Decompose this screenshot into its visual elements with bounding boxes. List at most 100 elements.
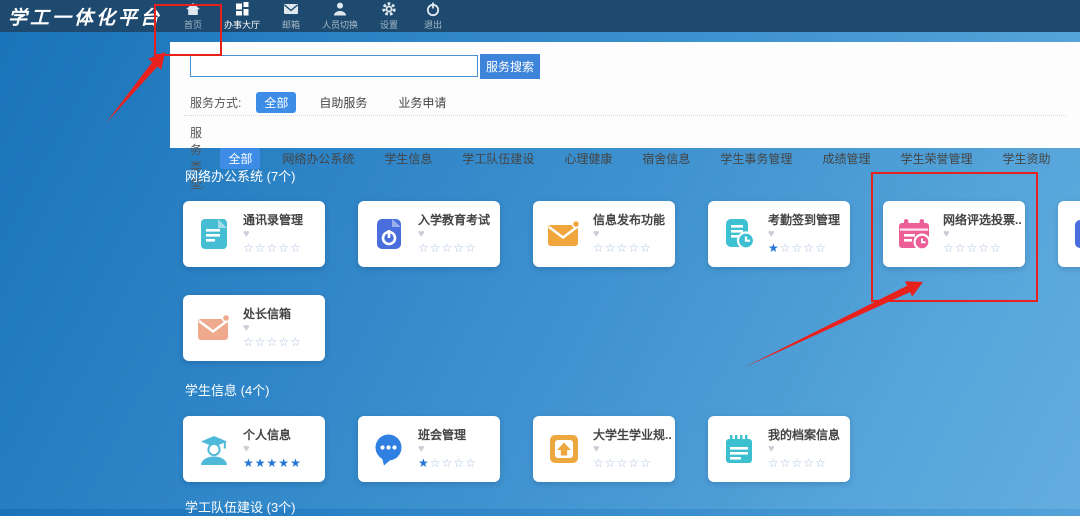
main-nav: 首页办事大厅邮箱人员切换设置退出	[180, 1, 446, 31]
rating-stars: ★★★★★	[243, 456, 321, 470]
star-empty-icon[interactable]: ☆	[640, 456, 652, 470]
nav-item-办事大厅[interactable]: 办事大厅	[224, 1, 260, 31]
box-upload-icon	[546, 431, 582, 467]
favorite-heart-icon[interactable]: ♥	[593, 228, 671, 241]
star-empty-icon[interactable]: ☆	[617, 241, 629, 255]
service-card-大学生学业规...[interactable]: 大学生学业规...♥☆☆☆☆☆	[533, 416, 675, 482]
star-filled-icon[interactable]: ★	[267, 456, 279, 470]
service-card-个人信息[interactable]: 个人信息♥★★★★★	[183, 416, 325, 482]
favorite-heart-icon[interactable]: ♥	[768, 228, 846, 241]
service-type-option-学生资助[interactable]: 学生资助	[994, 148, 1058, 169]
annotation-arrow	[743, 281, 923, 368]
service-card-处长信箱[interactable]: 处长信箱♥☆☆☆☆☆	[183, 295, 325, 361]
favorite-heart-icon[interactable]: ♥	[418, 228, 496, 241]
star-empty-icon[interactable]: ☆	[628, 241, 640, 255]
star-empty-icon[interactable]: ☆	[465, 456, 477, 470]
star-empty-icon[interactable]: ☆	[593, 241, 605, 255]
star-empty-icon[interactable]: ☆	[803, 456, 815, 470]
nav-item-首页[interactable]: 首页	[180, 1, 206, 31]
favorite-heart-icon[interactable]: ♥	[418, 443, 496, 456]
service-mode-option-全部[interactable]: 全部	[256, 92, 296, 113]
star-empty-icon[interactable]: ☆	[967, 241, 979, 255]
star-empty-icon[interactable]: ☆	[278, 335, 290, 349]
service-card-通讯录管理[interactable]: 通讯录管理♥☆☆☆☆☆	[183, 201, 325, 267]
service-type-option-成绩管理[interactable]: 成绩管理	[814, 148, 878, 169]
nav-item-设置[interactable]: 设置	[376, 1, 402, 31]
service-type-option-心理健康[interactable]: 心理健康	[556, 148, 620, 169]
service-card-partial[interactable]: ♥☆☆☆☆☆	[1058, 201, 1080, 267]
star-empty-icon[interactable]: ☆	[243, 335, 255, 349]
star-empty-icon[interactable]: ☆	[605, 241, 617, 255]
service-type-option-学工队伍建设[interactable]: 学工队伍建设	[454, 148, 542, 169]
favorite-heart-icon[interactable]: ♥	[243, 443, 321, 456]
star-empty-icon[interactable]: ☆	[943, 241, 955, 255]
nav-item-退出[interactable]: 退出	[420, 1, 446, 31]
star-empty-icon[interactable]: ☆	[628, 456, 640, 470]
star-empty-icon[interactable]: ☆	[605, 456, 617, 470]
star-empty-icon[interactable]: ☆	[990, 241, 1002, 255]
gear-icon	[381, 1, 397, 17]
star-empty-icon[interactable]: ☆	[430, 456, 442, 470]
mail-icon	[283, 1, 299, 17]
service-search-input[interactable]	[190, 55, 478, 77]
star-filled-icon[interactable]: ★	[255, 456, 267, 470]
favorite-heart-icon[interactable]: ♥	[943, 228, 1021, 241]
star-empty-icon[interactable]: ☆	[418, 241, 430, 255]
star-empty-icon[interactable]: ☆	[267, 241, 279, 255]
service-mode-option-业务申请[interactable]: 业务申请	[390, 92, 454, 113]
star-empty-icon[interactable]: ☆	[255, 335, 267, 349]
service-type-option-学生事务管理[interactable]: 学生事务管理	[712, 148, 800, 169]
star-empty-icon[interactable]: ☆	[278, 241, 290, 255]
star-empty-icon[interactable]: ☆	[290, 241, 302, 255]
service-card-网络评选投票...[interactable]: 网络评选投票...♥☆☆☆☆☆	[883, 201, 1025, 267]
service-search-button[interactable]: 服务搜索	[480, 54, 540, 79]
star-empty-icon[interactable]: ☆	[640, 241, 652, 255]
star-empty-icon[interactable]: ☆	[442, 241, 454, 255]
star-filled-icon[interactable]: ★	[243, 456, 255, 470]
star-empty-icon[interactable]: ☆	[978, 241, 990, 255]
service-card-入学教育考试[interactable]: 入学教育考试♥☆☆☆☆☆	[358, 201, 500, 267]
star-empty-icon[interactable]: ☆	[617, 456, 629, 470]
star-empty-icon[interactable]: ☆	[768, 456, 780, 470]
service-card-考勤签到管理[interactable]: 考勤签到管理♥★☆☆☆☆	[708, 201, 850, 267]
service-card-班会管理[interactable]: 班会管理♥★☆☆☆☆	[358, 416, 500, 482]
star-filled-icon[interactable]: ★	[278, 456, 290, 470]
star-empty-icon[interactable]: ☆	[442, 456, 454, 470]
star-empty-icon[interactable]: ☆	[780, 456, 792, 470]
favorite-heart-icon[interactable]: ♥	[593, 443, 671, 456]
star-filled-icon[interactable]: ★	[290, 456, 302, 470]
nav-item-邮箱[interactable]: 邮箱	[278, 1, 304, 31]
service-type-option-学生信息[interactable]: 学生信息	[376, 148, 440, 169]
star-empty-icon[interactable]: ☆	[430, 241, 442, 255]
service-card-我的档案信息[interactable]: 我的档案信息♥☆☆☆☆☆	[708, 416, 850, 482]
doc-check-icon	[1071, 216, 1080, 252]
star-empty-icon[interactable]: ☆	[453, 241, 465, 255]
favorite-heart-icon[interactable]: ♥	[243, 228, 321, 241]
star-empty-icon[interactable]: ☆	[955, 241, 967, 255]
star-empty-icon[interactable]: ☆	[290, 335, 302, 349]
star-empty-icon[interactable]: ☆	[243, 241, 255, 255]
service-card-信息发布功能[interactable]: 信息发布功能♥☆☆☆☆☆	[533, 201, 675, 267]
favorite-heart-icon[interactable]: ♥	[243, 322, 321, 335]
service-mode-option-自助服务[interactable]: 自助服务	[311, 92, 375, 113]
star-empty-icon[interactable]: ☆	[255, 241, 267, 255]
favorite-heart-icon[interactable]: ♥	[768, 443, 846, 456]
service-type-option-宿舍信息[interactable]: 宿舍信息	[634, 148, 698, 169]
service-type-option-学生荣誉管理[interactable]: 学生荣誉管理	[892, 148, 980, 169]
star-empty-icon[interactable]: ☆	[593, 456, 605, 470]
service-card-title: 信息发布功能	[593, 211, 671, 228]
star-empty-icon[interactable]: ☆	[792, 456, 804, 470]
star-filled-icon[interactable]: ★	[418, 456, 430, 470]
star-filled-icon[interactable]: ★	[768, 241, 780, 255]
star-empty-icon[interactable]: ☆	[803, 241, 815, 255]
star-empty-icon[interactable]: ☆	[815, 241, 827, 255]
star-empty-icon[interactable]: ☆	[792, 241, 804, 255]
star-empty-icon[interactable]: ☆	[815, 456, 827, 470]
star-empty-icon[interactable]: ☆	[780, 241, 792, 255]
star-empty-icon[interactable]: ☆	[453, 456, 465, 470]
star-empty-icon[interactable]: ☆	[267, 335, 279, 349]
nav-item-人员切换[interactable]: 人员切换	[322, 1, 358, 31]
star-empty-icon[interactable]: ☆	[465, 241, 477, 255]
service-type-option-系统管理[interactable]: 系统管理	[1072, 148, 1080, 169]
attendance-doc-icon	[721, 216, 757, 252]
